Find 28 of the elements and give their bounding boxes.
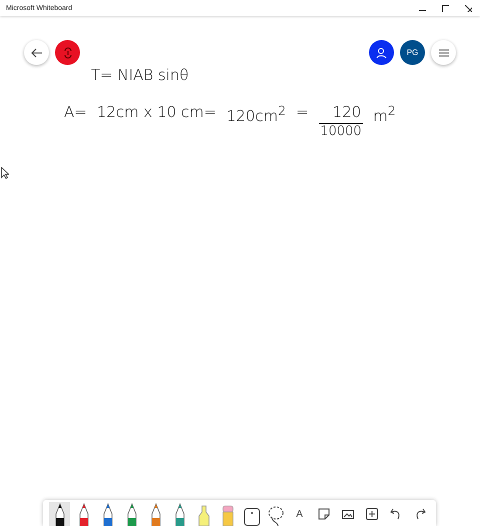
share-button[interactable] [55,40,80,65]
share-icon [62,46,74,58]
whiteboard-canvas[interactable]: PG T= NIAB sinθ A= 12cm x 10 cm= 120cm$^{2}$ = 120 10000 m$^{2}$ [0,16,480,500]
menu-button[interactable] [431,40,456,65]
fraction-numerator: 120 [318,103,364,124]
back-icon [30,46,42,58]
lasso-icon [266,504,284,526]
menu-icon [438,48,450,58]
user-button[interactable] [369,40,394,65]
handwritten-text: A= [64,103,87,121]
handwritten-text: 120cm$^{2}$ [226,103,286,125]
redo-icon [414,508,426,520]
handwritten-text: 12cm x 10 cm= [96,103,216,121]
back-button[interactable] [24,40,49,65]
maximize-icon [442,4,449,12]
person-icon [376,46,388,58]
fraction-denominator: 10000 [320,124,362,139]
handwritten-text: = [296,103,309,121]
handwritten-formula: T= NIAB sinθ [91,66,189,84]
image-icon [342,508,354,520]
undo-icon [390,508,402,520]
add-icon [366,508,378,520]
close-icon [465,4,472,12]
profile-button[interactable]: PG [400,40,425,65]
handwritten-text: m$^{2}$ [373,103,396,125]
pen-tool[interactable] [49,502,70,526]
text-tool[interactable]: A [289,502,310,526]
note-icon [318,508,330,520]
